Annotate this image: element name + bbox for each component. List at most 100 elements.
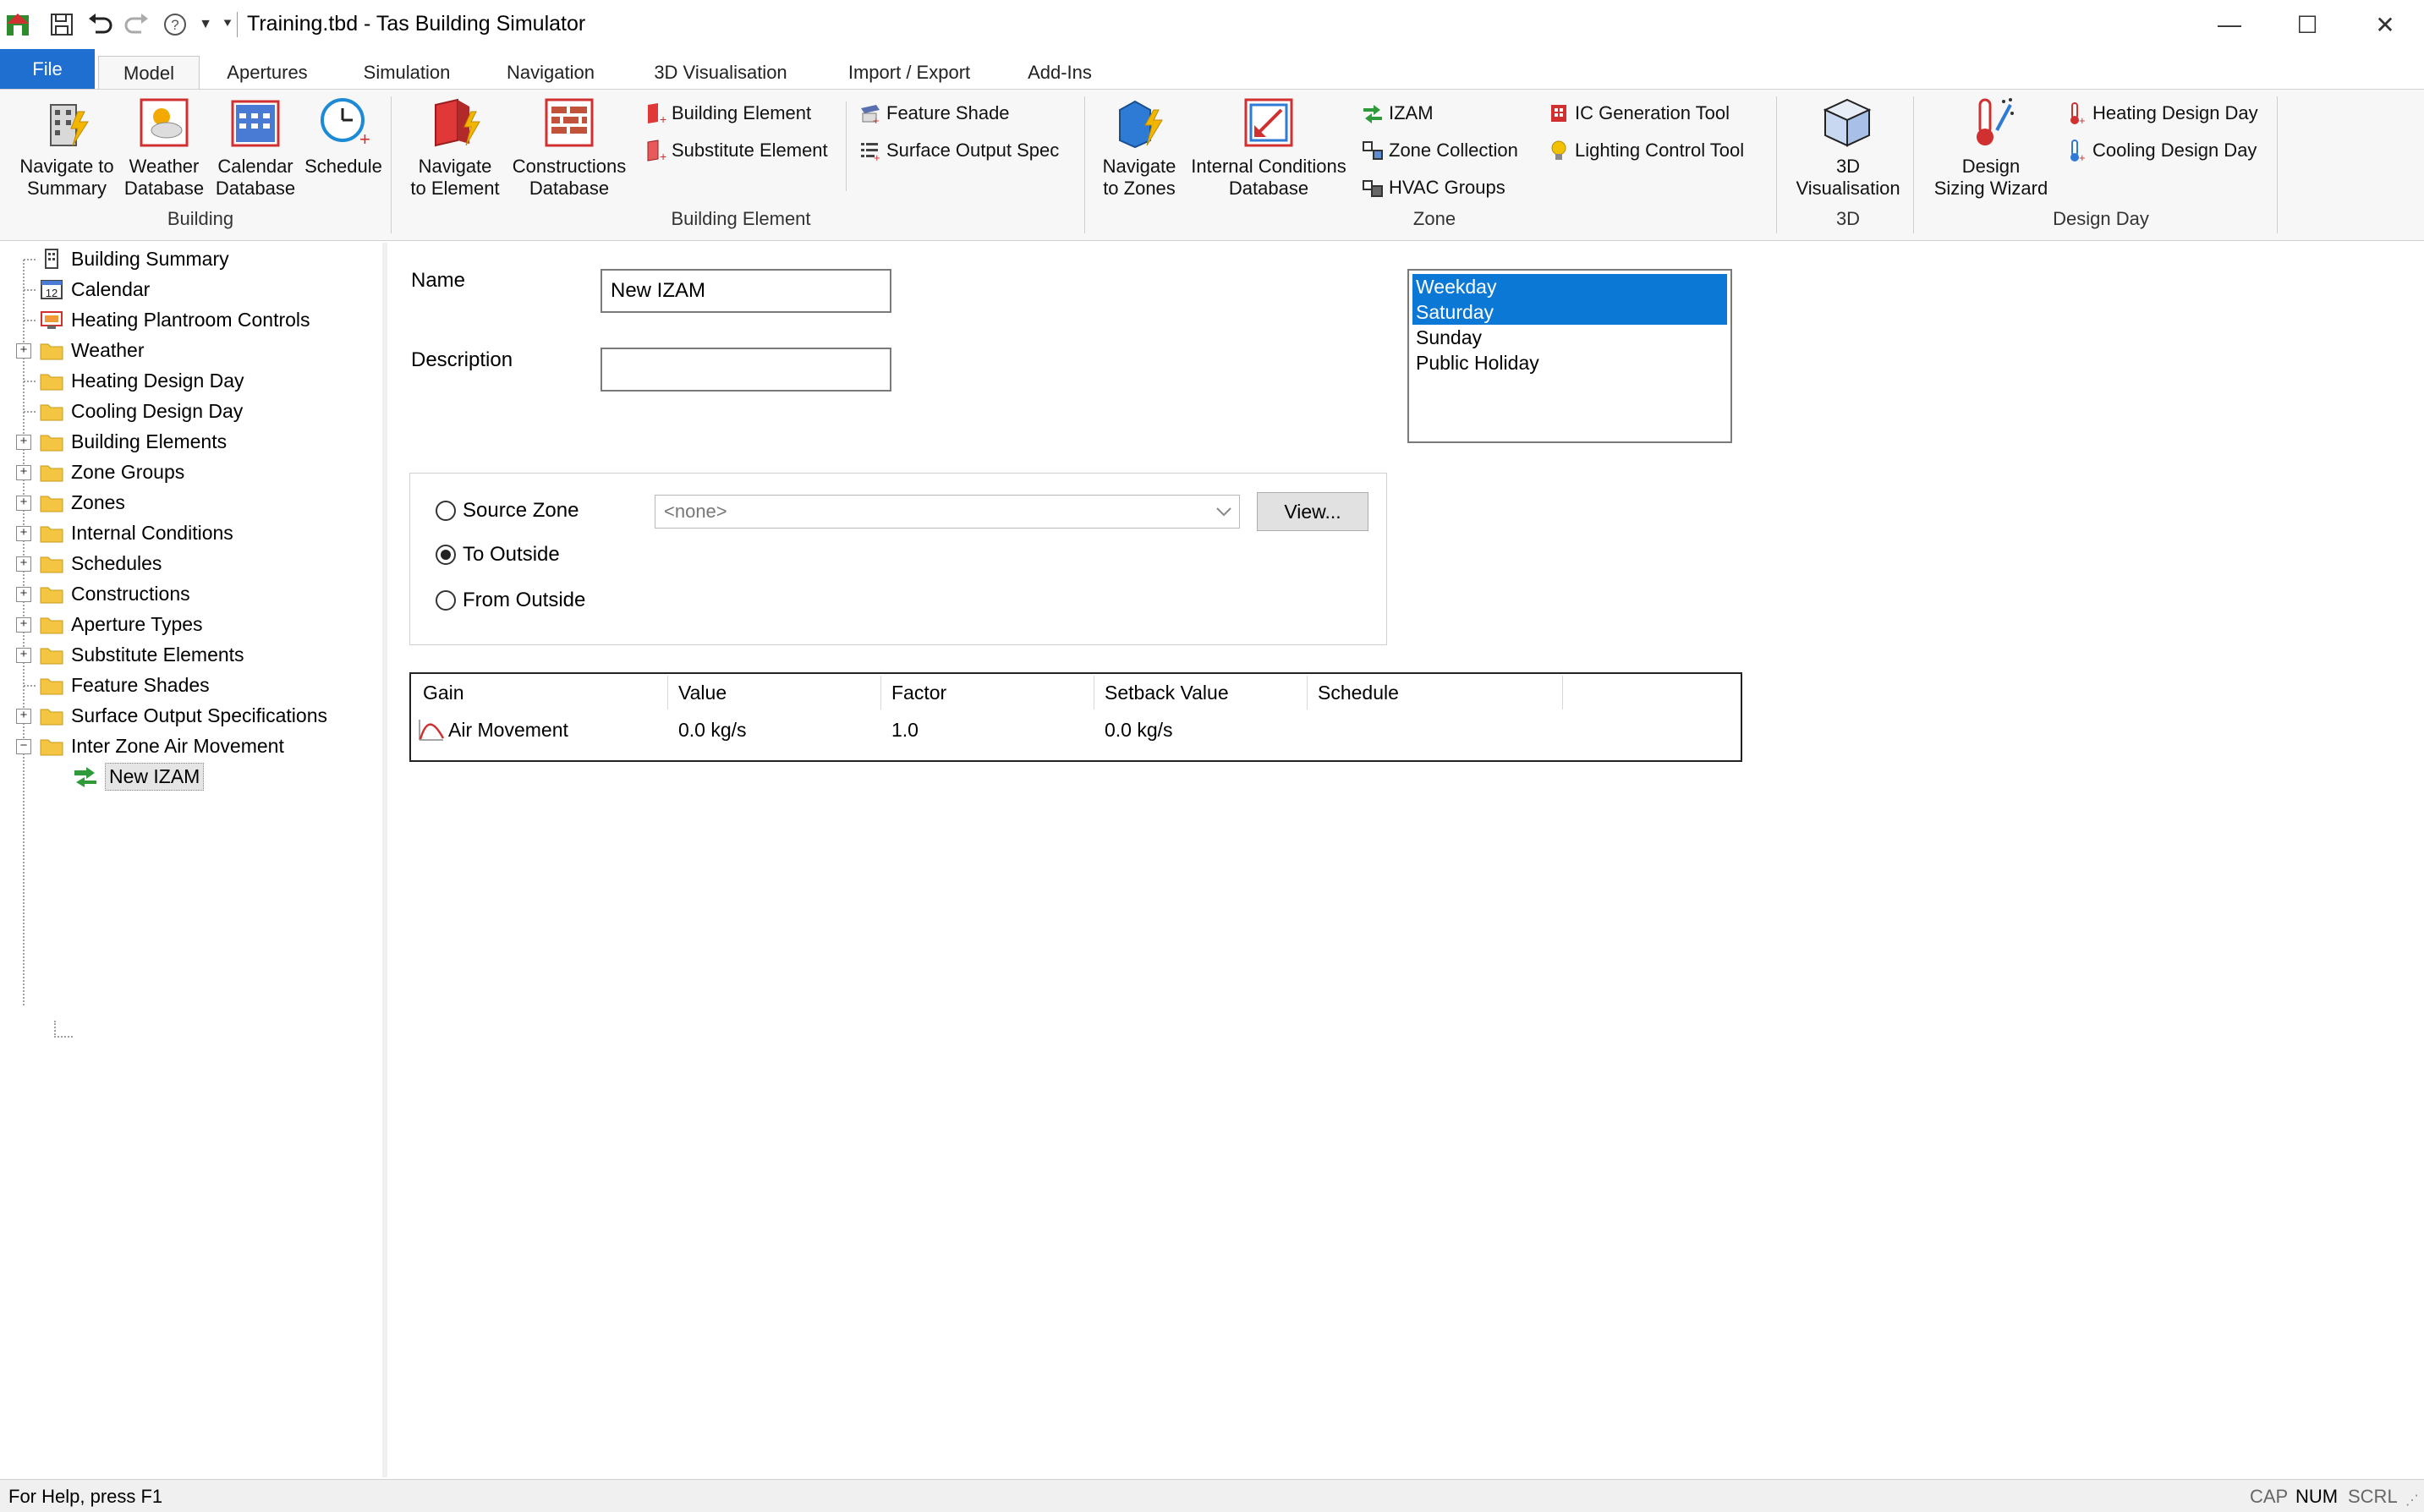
minimize-button[interactable]: — (2191, 0, 2268, 49)
source-zone-dropdown[interactable]: <none> (655, 495, 1240, 529)
name-input[interactable] (601, 269, 891, 313)
building-element-button[interactable]: + Building Element (644, 98, 811, 129)
to-outside-radio[interactable]: To Outside (436, 543, 560, 567)
hvac-groups-label: HVAC Groups (1389, 177, 1505, 198)
zone-collection-button[interactable]: Zone Collection (1362, 135, 1518, 166)
tab-add-ins[interactable]: Add-Ins (1010, 56, 1110, 89)
expand-zones-icon[interactable]: + (16, 496, 31, 511)
save-icon[interactable] (47, 10, 76, 39)
tree-item-new-izam[interactable]: New IZAM (73, 762, 205, 791)
folder-icon (40, 374, 63, 391)
tree-item-building-summary[interactable]: Building Summary (39, 244, 229, 273)
weather-database-button[interactable]: Weather Database (123, 96, 205, 200)
source-zone-radio[interactable]: Source Zone (436, 499, 579, 523)
tree-item-constructions[interactable]: Constructions (39, 579, 190, 608)
navigate-to-summary-button[interactable]: Navigate to Summary (12, 96, 122, 200)
tree-item-label: Substitute Elements (71, 643, 244, 666)
tree-item-weather[interactable]: Weather (39, 336, 145, 364)
ic-generation-tool-button[interactable]: IC Generation Tool (1548, 98, 1730, 129)
tab-apertures[interactable]: Apertures (208, 56, 326, 89)
tree-item-heating-plantroom-controls[interactable]: Heating Plantroom Controls (39, 305, 310, 334)
calendar-icon (231, 100, 280, 147)
tree-item-aperture-types[interactable]: Aperture Types (39, 610, 203, 638)
substitute-element-button[interactable]: + Substitute Element (644, 135, 828, 166)
expand-internal-conditions-icon[interactable]: + (16, 526, 31, 541)
column-header-value[interactable]: Value (668, 676, 881, 709)
panel-splitter[interactable] (382, 243, 387, 1477)
expand-constructions-icon[interactable]: + (16, 587, 31, 602)
day-item-weekday[interactable]: Weekday (1412, 274, 1727, 299)
lighting-control-tool-button[interactable]: Lighting Control Tool (1548, 135, 1744, 166)
column-header-setback-value[interactable]: Setback Value (1094, 676, 1308, 709)
expand-surface-output-specifications-icon[interactable]: + (16, 709, 31, 724)
tab-3d-visualisation[interactable]: 3D Visualisation (634, 56, 807, 89)
tree-item-label: Heating Plantroom Controls (71, 308, 310, 331)
column-header-schedule[interactable]: Schedule (1308, 676, 1563, 709)
tree-item-label: Constructions (71, 582, 190, 605)
day-item-public-holiday[interactable]: Public Holiday (1412, 350, 1727, 375)
navigate-element-line1: Navigate (418, 156, 492, 177)
expand-schedules-icon[interactable]: + (16, 556, 31, 572)
tree-item-inter-zone-air-movement[interactable]: Inter Zone Air Movement (39, 731, 284, 760)
collapse-inter-zone-air-movement-icon[interactable]: − (16, 739, 31, 754)
tree-item-building-elements[interactable]: Building Elements (39, 427, 227, 456)
internal-conditions-database-button[interactable]: Internal Conditions Database (1184, 96, 1353, 200)
constructions-database-button[interactable]: Constructions Database (506, 96, 633, 200)
zones-icon (1119, 100, 1163, 149)
expand-aperture-types-icon[interactable]: + (16, 617, 31, 633)
day-item-sunday[interactable]: Sunday (1412, 325, 1727, 350)
cooling-design-day-button[interactable]: + Cooling Design Day (2065, 135, 2257, 166)
calendar-database-button[interactable]: Calendar Database (211, 96, 299, 200)
navigate-summary-line1: Navigate to (19, 156, 114, 177)
expand-building-elements-icon[interactable]: + (16, 435, 31, 450)
hvac-groups-button[interactable]: HVAC Groups (1362, 173, 1505, 203)
redo-icon[interactable] (122, 10, 151, 39)
description-input[interactable] (601, 348, 891, 392)
schedule-button[interactable]: + Schedule (301, 96, 386, 178)
help-icon[interactable]: ? (161, 10, 189, 39)
expand-substitute-elements-icon[interactable]: + (16, 648, 31, 663)
tab-navigation[interactable]: Navigation (487, 56, 614, 89)
tab-model[interactable]: Model (98, 56, 200, 90)
app-icon[interactable] (3, 10, 32, 39)
navigate-to-zones-button[interactable]: Navigate to Zones (1093, 96, 1186, 200)
resize-grip-icon[interactable]: ⋰ (2405, 1492, 2419, 1509)
undo-icon[interactable] (86, 10, 115, 39)
column-header-factor[interactable]: Factor (881, 676, 1094, 709)
tree-item-heating-design-day[interactable]: Heating Design Day (39, 366, 244, 395)
tree-item-schedules[interactable]: Schedules (39, 549, 162, 578)
expand-weather-icon[interactable]: + (16, 343, 31, 359)
tab-file[interactable]: File (0, 49, 95, 89)
tree-connector (24, 685, 36, 687)
tree-item-surface-output-specifications[interactable]: Surface Output Specifications (39, 701, 327, 730)
from-outside-radio[interactable]: From Outside (436, 589, 585, 612)
tree-item-substitute-elements[interactable]: Substitute Elements (39, 640, 244, 669)
tree-item-zones[interactable]: Zones (39, 488, 125, 517)
tree-item-cooling-design-day[interactable]: Cooling Design Day (39, 397, 243, 425)
tab-simulation[interactable]: Simulation (343, 56, 470, 89)
heating-design-day-label: Heating Design Day (2092, 102, 2258, 123)
view-button[interactable]: View... (1257, 492, 1368, 531)
calendar-icon: 12 (41, 280, 63, 299)
close-button[interactable]: ✕ (2346, 0, 2424, 49)
tree-item-internal-conditions[interactable]: Internal Conditions (39, 518, 233, 547)
tab-import-export[interactable]: Import / Export (829, 56, 990, 89)
day-item-saturday[interactable]: Saturday (1412, 299, 1727, 325)
navigate-to-element-button[interactable]: Navigate to Element (399, 96, 511, 200)
maximize-button[interactable]: ☐ (2268, 0, 2346, 49)
3d-visualisation-button[interactable]: 3D Visualisation (1785, 96, 1911, 200)
design-sizing-wizard-button[interactable]: Design Sizing Wizard (1923, 96, 2059, 200)
group-label-zone: Zone (1412, 208, 1456, 229)
tree-item-feature-shades[interactable]: Feature Shades (39, 671, 210, 699)
heating-design-day-button[interactable]: + Heating Design Day (2065, 98, 2258, 129)
surface-output-spec-button[interactable]: + Surface Output Spec (859, 135, 1059, 166)
expand-zone-groups-icon[interactable]: + (16, 465, 31, 480)
izam-button[interactable]: IZAM (1362, 98, 1434, 129)
table-row[interactable]: Air Movement 0.0 kg/s 1.0 0.0 kg/s (411, 711, 1741, 747)
day-type-list[interactable]: Weekday Saturday Sunday Public Holiday (1407, 269, 1732, 443)
tree-item-zone-groups[interactable]: Zone Groups (39, 457, 184, 486)
3d-visualisation-line1: 3D (1835, 156, 1861, 177)
column-header-gain[interactable]: Gain (413, 676, 668, 709)
feature-shade-button[interactable]: + Feature Shade (859, 98, 1010, 129)
tree-item-calendar[interactable]: 12 Calendar (39, 275, 150, 304)
